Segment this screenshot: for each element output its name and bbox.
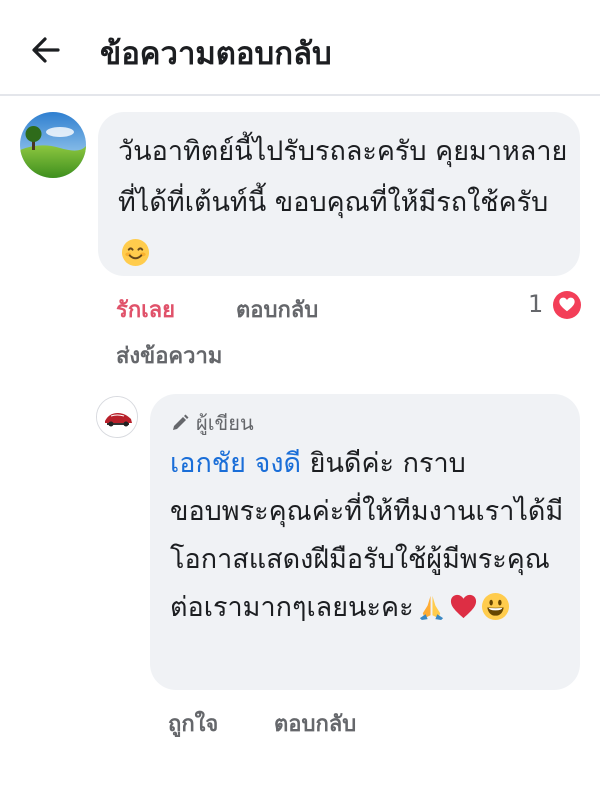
reply-bubble: ผู้เขียน เอกชัย จงดี ยินดีค่ะ กราบขอบพระ…	[150, 394, 580, 690]
top-bar: ข้อความตอบกลับ	[0, 0, 600, 96]
comment-text: วันอาทิตย์นี้ไปรับรถละครับ คุยมาหลายที่ไ…	[118, 136, 568, 218]
grinning-face-icon	[481, 589, 510, 621]
commenter-avatar[interactable]	[20, 112, 86, 178]
reply-button[interactable]: ตอบกลับ	[236, 292, 318, 327]
back-button[interactable]	[26, 30, 66, 70]
comment-bubble: วันอาทิตย์นี้ไปรับรถละครับ คุยมาหลายที่ไ…	[98, 112, 580, 276]
smiling-face-icon	[121, 233, 150, 267]
like-button[interactable]: ถูกใจ	[168, 706, 218, 741]
page-avatar[interactable]	[96, 396, 138, 438]
pen-icon	[170, 413, 190, 433]
heart-icon[interactable]	[553, 291, 581, 319]
folded-hands-icon	[417, 589, 446, 621]
page-title: ข้อความตอบกลับ	[100, 36, 332, 72]
user-mention-link[interactable]: เอกชัย จงดี	[170, 448, 301, 479]
author-badge-label: ผู้เขียน	[196, 411, 254, 435]
back-arrow-icon	[32, 37, 60, 63]
reply-to-reply-button[interactable]: ตอบกลับ	[274, 706, 356, 741]
send-message-button[interactable]: ส่งข้อความ	[116, 338, 222, 373]
red-heart-icon	[449, 589, 478, 619]
reaction-count[interactable]: 1	[528, 290, 543, 318]
love-reaction-button[interactable]: รักเลย	[116, 292, 175, 327]
author-badge: ผู้เขียน	[170, 406, 566, 440]
